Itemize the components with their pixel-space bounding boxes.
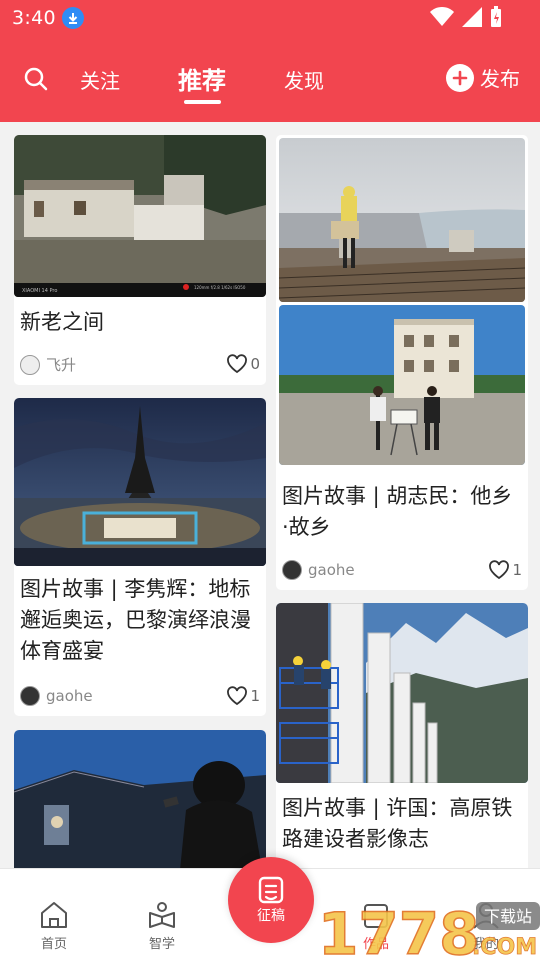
avatar bbox=[20, 686, 40, 706]
svg-text:120mm f/2.8 1/62s ISO50: 120mm f/2.8 1/62s ISO50 bbox=[194, 285, 246, 290]
like-count: 0 bbox=[250, 355, 260, 373]
feed-card[interactable]: XIAOMI 14 Pro 120mm f/2.8 1/62s ISO50 新老… bbox=[14, 135, 266, 385]
card-image bbox=[279, 305, 525, 465]
site-watermark: 1778 .COM 下载站 bbox=[317, 898, 540, 960]
author-name: gaohe bbox=[46, 687, 93, 705]
book-icon bbox=[149, 902, 175, 928]
submit-fab[interactable]: 征稿 bbox=[228, 857, 314, 943]
submit-icon bbox=[258, 876, 284, 904]
watermark-suffix: .COM bbox=[472, 935, 537, 960]
feed-card[interactable]: 图片故事 | 许国：高原铁路建设者影像志 bbox=[276, 603, 528, 873]
feed-card[interactable] bbox=[14, 730, 266, 880]
plus-icon bbox=[446, 63, 474, 92]
card-image bbox=[14, 730, 266, 880]
publish-label: 发布 bbox=[480, 67, 520, 91]
watermark-number: 1778 bbox=[318, 900, 479, 960]
author-name: gaohe bbox=[308, 561, 355, 579]
nav-home-label: 首页 bbox=[40, 937, 67, 952]
status-bar: 3:40 bbox=[0, 0, 540, 36]
top-header: 3:40 关注 推荐 发现 发布 bbox=[0, 0, 540, 122]
tab-recommend[interactable]: 推荐 bbox=[178, 61, 226, 96]
like-count: 1 bbox=[250, 687, 260, 705]
home-icon bbox=[41, 902, 67, 928]
nav-row: 关注 推荐 发现 发布 bbox=[0, 55, 540, 105]
card-author: 飞升 bbox=[20, 354, 76, 375]
download-icon bbox=[62, 7, 84, 29]
like-button[interactable]: 1 bbox=[226, 686, 260, 706]
nav-learn[interactable]: 智学 bbox=[132, 901, 192, 952]
like-count: 1 bbox=[512, 561, 522, 579]
author-name: 飞升 bbox=[46, 356, 77, 374]
status-time: 3:40 bbox=[12, 7, 56, 29]
like-button[interactable]: 1 bbox=[488, 560, 522, 580]
avatar bbox=[282, 560, 302, 580]
card-author: gaohe bbox=[282, 560, 355, 580]
heart-icon bbox=[227, 686, 248, 706]
card-title: 图片故事 | 许国：高原铁路建设者影像志 bbox=[282, 796, 513, 851]
svg-text:XIAOMI 14 Pro: XIAOMI 14 Pro bbox=[22, 288, 57, 294]
nav-home[interactable]: 首页 bbox=[24, 901, 84, 952]
submit-label: 征稿 bbox=[257, 908, 285, 924]
search-icon[interactable] bbox=[22, 65, 50, 93]
card-image bbox=[279, 138, 525, 302]
heart-icon bbox=[227, 354, 248, 374]
signal-icon bbox=[462, 7, 482, 27]
like-button[interactable]: 0 bbox=[226, 354, 260, 374]
card-image bbox=[276, 603, 528, 783]
active-tab-indicator bbox=[184, 100, 221, 104]
card-image bbox=[14, 398, 266, 566]
feed-card[interactable]: 图片故事 | 李隽辉：地标邂逅奥运，巴黎演绎浪漫体育盛宴 gaohe 1 bbox=[14, 398, 266, 716]
avatar bbox=[20, 354, 40, 375]
tab-follow[interactable]: 关注 bbox=[80, 65, 120, 94]
card-image: XIAOMI 14 Pro 120mm f/2.8 1/62s ISO50 bbox=[14, 135, 266, 297]
wifi-icon bbox=[430, 7, 454, 26]
card-title: 新老之间 bbox=[20, 310, 104, 334]
nav-learn-label: 智学 bbox=[148, 937, 175, 952]
watermark-badge: 下载站 bbox=[484, 907, 532, 926]
card-author: gaohe bbox=[20, 686, 93, 706]
tab-discover[interactable]: 发现 bbox=[284, 65, 324, 94]
card-title: 图片故事 | 胡志民：他乡·故乡 bbox=[282, 484, 513, 539]
heart-icon bbox=[489, 560, 510, 580]
battery-icon bbox=[491, 6, 501, 27]
status-icons bbox=[430, 6, 502, 28]
card-title: 图片故事 | 李隽辉：地标邂逅奥运，巴黎演绎浪漫体育盛宴 bbox=[20, 577, 251, 663]
publish-button[interactable]: 发布 bbox=[446, 63, 520, 92]
feed-card[interactable]: 图片故事 | 胡志民：他乡·故乡 gaohe 1 bbox=[276, 135, 528, 590]
